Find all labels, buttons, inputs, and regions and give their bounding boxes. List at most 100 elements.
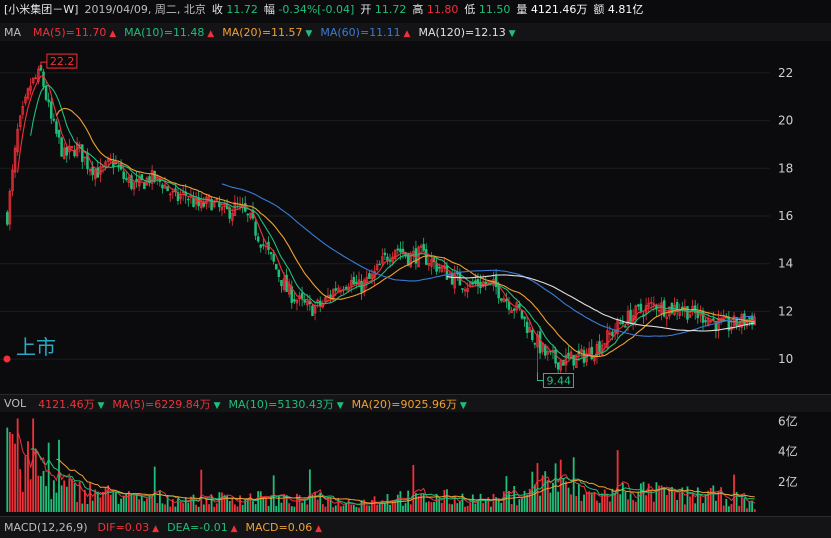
price-chart[interactable]: 22 20 18 16 14 12 10 22.2 9.44 上市: [0, 43, 831, 393]
candle-body: [554, 349, 557, 364]
vol-legend[interactable]: VOL 4121.46万 ▼ MA(5)=6229.84万 ▼ MA(10)=513…: [0, 394, 831, 412]
volume-bar: [448, 503, 451, 512]
arrow-up-icon: ▲: [227, 524, 238, 534]
volume-bar: [24, 456, 27, 512]
volume-bar: [637, 492, 640, 512]
volume-bars: [6, 418, 756, 512]
volume-bar: [412, 464, 415, 512]
ma-legend-item: MA(20)=11.57 ▼: [222, 25, 313, 39]
volume-bar: [383, 503, 386, 512]
ma-legend[interactable]: MA MA(5)=11.70 ▲ MA(10)=11.48 ▲ MA(20)=11.…: [0, 23, 831, 41]
volume-bar: [161, 503, 164, 512]
price-tick-label: 16: [778, 209, 793, 223]
candle-body: [329, 294, 332, 298]
volume-bar: [153, 466, 156, 512]
volume-bar: [433, 502, 435, 512]
volume-bar: [469, 502, 472, 512]
arrow-down-icon: ▼: [505, 28, 516, 39]
candle-body: [494, 276, 498, 288]
candle-body: [352, 276, 356, 285]
volume-bar: [446, 489, 448, 512]
candle-body: [47, 99, 50, 103]
volume-bar: [208, 504, 210, 512]
volume-bar: [376, 504, 379, 512]
volume-bar: [365, 505, 368, 512]
candle-body: [639, 303, 643, 312]
volume-bar: [314, 492, 316, 512]
candle-body: [624, 326, 627, 328]
candle-body: [520, 310, 524, 319]
volume-bar: [233, 504, 236, 512]
volume-bar: [518, 499, 521, 512]
volume-bar: [570, 494, 572, 512]
candle-body: [275, 264, 278, 270]
volume-bar: [727, 506, 730, 512]
candle-body: [259, 244, 262, 248]
volume-bar: [557, 491, 560, 512]
candle-body: [262, 244, 265, 246]
volume-bar: [699, 493, 702, 512]
candle-body: [512, 308, 516, 311]
candle-body: [91, 166, 94, 176]
close-label: 收: [211, 3, 223, 16]
listing-marker-icon[interactable]: [3, 355, 11, 363]
amount-value: 4.81亿: [607, 3, 644, 16]
volume-bar: [182, 503, 185, 512]
volume-bar: [133, 495, 135, 512]
volume-bar: [389, 504, 391, 512]
ma-legend-label: MA: [4, 25, 22, 39]
volume-bar: [722, 505, 725, 512]
candle-body: [437, 266, 441, 269]
arrow-down-icon: ▼: [333, 400, 344, 411]
volume-bar: [598, 502, 601, 512]
volume-bar: [415, 493, 417, 512]
volume-bar: [6, 427, 9, 512]
volume-bar: [691, 493, 694, 512]
volume-bar: [34, 448, 37, 512]
volume-bar: [190, 496, 192, 512]
ma-legend-item: MA(120)=12.13 ▼: [418, 25, 516, 39]
volume-bar: [259, 491, 262, 512]
volume-bar: [184, 497, 187, 512]
price-grid: [0, 72, 770, 360]
volume-bar: [740, 496, 743, 512]
volume-bar: [135, 493, 138, 512]
volume-bar: [709, 487, 712, 512]
candle-body: [246, 213, 250, 216]
min-price-label: 9.44: [546, 375, 571, 388]
volume-bar: [712, 485, 715, 512]
stock-name[interactable]: [小米集团－W]: [4, 1, 78, 17]
macd-legend-label: MACD(12,26,9): [4, 521, 88, 534]
open-value: 11.72: [374, 3, 407, 16]
candle-body: [55, 121, 58, 134]
candle-body: [598, 341, 601, 353]
vol-legend-label: VOL: [4, 397, 27, 410]
candle-body: [748, 317, 751, 320]
moving-average-lines: [17, 75, 755, 364]
volume-bar: [588, 491, 591, 512]
volume-chart[interactable]: 6亿 4亿 2亿: [0, 412, 831, 516]
macd-legend[interactable]: MACD(12,26,9) DIF=0.03 ▲ DEA=-0.01 ▲ MACD=…: [0, 516, 831, 538]
volume-bar: [521, 497, 523, 512]
volume-bar: [456, 503, 459, 512]
candle-body: [197, 197, 200, 207]
volume-bar: [616, 450, 619, 512]
volume-bar: [187, 502, 190, 512]
volume-bar: [580, 500, 583, 512]
candle-body: [303, 299, 306, 303]
low-label: 低: [464, 3, 476, 16]
volume-bar: [541, 475, 544, 512]
volume-bar: [303, 498, 306, 512]
volume-bar: [430, 502, 433, 512]
price-tick-label: 14: [778, 257, 793, 271]
volume-bar: [471, 494, 474, 512]
volume-bar: [373, 496, 376, 512]
volume-value: 4121.46万: [530, 3, 588, 16]
candle-body: [122, 171, 125, 180]
candle-body: [686, 306, 689, 320]
candle-body: [334, 288, 337, 291]
macd-legend-item: MACD=0.06 ▲: [245, 521, 323, 534]
volume-bar: [334, 505, 337, 512]
volume-bar: [140, 495, 143, 512]
ma-legend-item: MA(10)=11.48 ▲: [124, 25, 215, 39]
